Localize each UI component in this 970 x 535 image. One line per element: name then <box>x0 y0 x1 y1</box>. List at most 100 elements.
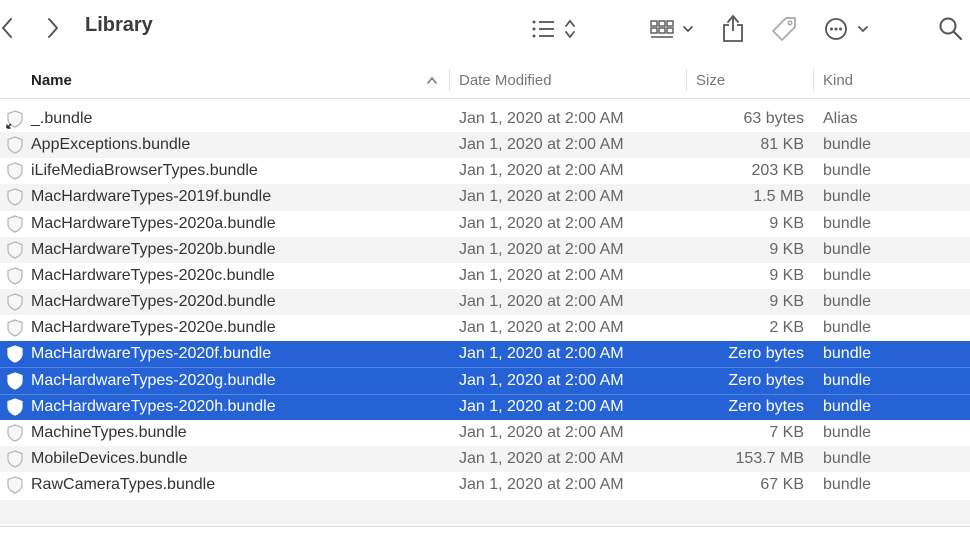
tag-button[interactable] <box>769 14 799 44</box>
file-kind: Alias <box>823 110 858 128</box>
file-name: MacHardwareTypes-2020d.bundle <box>31 293 276 311</box>
file-size: Zero bytes <box>728 371 804 389</box>
file-kind: bundle <box>823 476 872 494</box>
file-row[interactable]: MacHardwareTypes-2020f.bundle Jan 1, 2020… <box>0 341 970 368</box>
file-row[interactable]: iLifeMediaBrowserTypes.bundle Jan 1, 2020… <box>0 158 970 184</box>
bundle-icon <box>4 184 26 210</box>
share-button[interactable] <box>720 12 746 44</box>
action-button[interactable] <box>823 16 871 42</box>
file-size: 203 KB <box>751 162 804 180</box>
column-header: Name Date Modified Size Kind <box>0 61 970 99</box>
file-size: 9 KB <box>769 240 804 258</box>
file-date-modified: Jan 1, 2020 at 2:00 AM <box>459 266 624 284</box>
file-row[interactable]: MacHardwareTypes-2019f.bundle Jan 1, 2020… <box>0 184 970 211</box>
file-row[interactable]: AppExceptions.bundle Jan 1, 2020 at 2:00 … <box>0 132 970 159</box>
chevron-right-icon <box>48 18 58 38</box>
column-divider[interactable] <box>449 69 450 91</box>
file-kind: bundle <box>823 423 872 441</box>
file-size: 63 bytes <box>743 110 804 128</box>
file-kind: bundle <box>823 162 872 180</box>
file-row[interactable]: RawCameraTypes.bundle Jan 1, 2020 at 2:00… <box>0 472 970 498</box>
file-name: MacHardwareTypes-2020b.bundle <box>31 240 276 258</box>
empty-row <box>0 500 970 524</box>
file-row[interactable]: MacHardwareTypes-2020c.bundle Jan 1, 2020… <box>0 263 970 289</box>
view-options-button[interactable] <box>530 16 580 42</box>
file-row[interactable]: MacHardwareTypes-2020g.bundle Jan 1, 2020… <box>0 367 970 394</box>
forward-button[interactable] <box>44 16 62 40</box>
list-view-icon <box>532 19 575 39</box>
file-kind: bundle <box>823 136 872 154</box>
window-title: Library <box>85 14 153 36</box>
bundle-icon <box>4 289 26 315</box>
file-date-modified: Jan 1, 2020 at 2:00 AM <box>459 371 624 389</box>
file-size: 153.7 MB <box>735 449 804 467</box>
file-row[interactable]: _.bundle Jan 1, 2020 at 2:00 AM 63 bytes Al… <box>0 106 970 132</box>
search-button[interactable] <box>937 15 965 43</box>
file-date-modified: Jan 1, 2020 at 2:00 AM <box>459 136 624 154</box>
file-row[interactable]: MobileDevices.bundle Jan 1, 2020 at 2:00 … <box>0 445 970 472</box>
file-name: MacHardwareTypes-2020f.bundle <box>31 345 272 363</box>
file-kind: bundle <box>823 293 872 311</box>
file-row[interactable]: MachineTypes.bundle Jan 1, 2020 at 2:00 A… <box>0 420 970 446</box>
column-name-label: Name <box>31 71 72 89</box>
file-name: MobileDevices.bundle <box>31 449 188 467</box>
file-size: Zero bytes <box>728 398 804 416</box>
file-name: RawCameraTypes.bundle <box>31 476 216 494</box>
bundle-icon <box>4 446 26 472</box>
file-name: MachineTypes.bundle <box>31 423 187 441</box>
file-name: MacHardwareTypes-2020g.bundle <box>31 371 276 389</box>
toolbar: Library <box>0 0 970 58</box>
file-row[interactable]: MacHardwareTypes-2020a.bundle Jan 1, 2020… <box>0 211 970 237</box>
column-divider[interactable] <box>686 69 687 91</box>
file-name: AppExceptions.bundle <box>31 136 191 154</box>
column-date-label: Date Modified <box>459 71 552 89</box>
bundle-icon <box>4 158 26 184</box>
file-date-modified: Jan 1, 2020 at 2:00 AM <box>459 240 624 258</box>
bundle-icon <box>4 106 26 132</box>
file-size: 7 KB <box>769 423 804 441</box>
column-size-label: Size <box>696 71 726 89</box>
back-button[interactable] <box>0 16 14 40</box>
file-row[interactable]: MacHardwareTypes-2020h.bundle Jan 1, 2020… <box>0 393 970 420</box>
file-kind: bundle <box>823 319 872 337</box>
bundle-icon <box>4 315 26 341</box>
column-kind[interactable]: Kind <box>823 61 853 99</box>
file-row[interactable]: MacHardwareTypes-2020d.bundle Jan 1, 2020… <box>0 288 970 316</box>
bundle-icon <box>4 211 26 237</box>
group-button[interactable] <box>649 16 697 42</box>
column-kind-label: Kind <box>823 71 854 89</box>
file-name: _.bundle <box>31 110 93 128</box>
file-date-modified: Jan 1, 2020 at 2:00 AM <box>459 449 624 467</box>
bundle-icon <box>4 368 26 393</box>
column-date-modified[interactable]: Date Modified <box>459 61 552 99</box>
file-name: iLifeMediaBrowserTypes.bundle <box>31 162 258 180</box>
file-kind: bundle <box>823 266 872 284</box>
chevron-left-icon <box>2 18 12 38</box>
file-size: 9 KB <box>769 266 804 284</box>
sort-ascending-icon[interactable] <box>425 73 439 87</box>
bundle-icon <box>4 341 26 367</box>
column-name[interactable]: Name <box>31 61 72 99</box>
file-name: MacHardwareTypes-2019f.bundle <box>31 188 272 206</box>
bundle-icon <box>4 472 26 498</box>
file-date-modified: Jan 1, 2020 at 2:00 AM <box>459 319 624 337</box>
column-divider[interactable] <box>813 69 814 91</box>
file-kind: bundle <box>823 449 872 467</box>
share-icon <box>723 14 743 42</box>
ellipsis-circle-icon <box>825 18 868 40</box>
file-name: MacHardwareTypes-2020e.bundle <box>31 319 276 337</box>
file-row[interactable]: MacHardwareTypes-2020e.bundle Jan 1, 2020… <box>0 315 970 341</box>
file-size: Zero bytes <box>728 345 804 363</box>
file-name: MacHardwareTypes-2020a.bundle <box>31 214 276 232</box>
bundle-icon <box>4 395 26 420</box>
divider <box>0 526 970 527</box>
column-size[interactable]: Size <box>696 61 725 99</box>
file-size: 81 KB <box>760 136 804 154</box>
file-row[interactable]: MacHardwareTypes-2020b.bundle Jan 1, 2020… <box>0 236 970 263</box>
file-date-modified: Jan 1, 2020 at 2:00 AM <box>459 345 624 363</box>
file-kind: bundle <box>823 345 872 363</box>
bundle-icon <box>4 132 26 158</box>
file-date-modified: Jan 1, 2020 at 2:00 AM <box>459 398 624 416</box>
file-kind: bundle <box>823 188 872 206</box>
file-size: 1.5 MB <box>753 188 804 206</box>
